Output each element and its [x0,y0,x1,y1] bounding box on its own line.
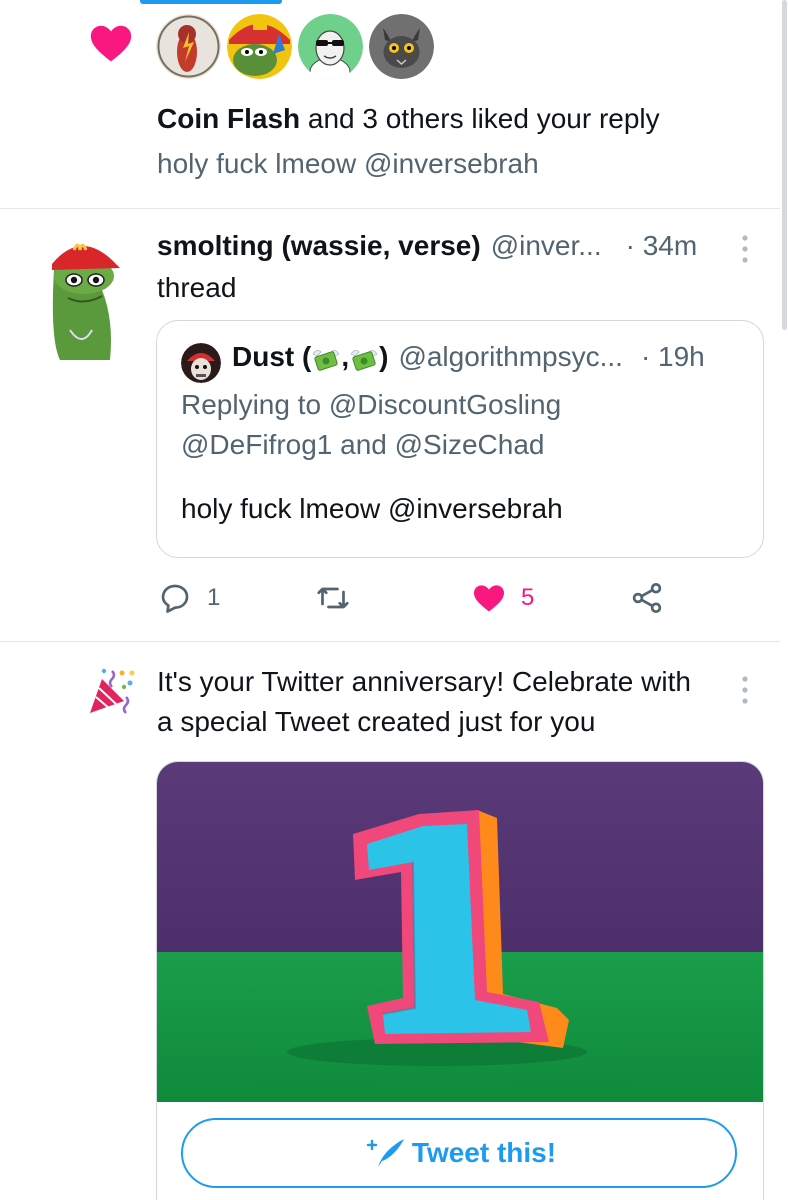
avatar[interactable] [156,14,221,79]
quoted-author-name-suffix: ) [379,341,389,372]
heart-icon [90,25,132,62]
avatar[interactable] [298,14,363,79]
party-popper-icon [90,668,135,714]
avatar[interactable] [40,230,124,360]
liked-reply-text: holy fuck lmeow @inversebrah [157,148,539,179]
anniversary-message-line2: a special Tweet created just for you [157,706,596,737]
liker-name[interactable]: Coin Flash [157,103,300,134]
quoted-tweet-time[interactable]: · 19h [641,339,705,375]
retweet-button[interactable] [315,580,365,616]
share-icon [632,583,662,613]
more-options-icon[interactable] [738,232,752,266]
flying-money-emoji-icon [312,349,340,371]
avatar[interactable] [227,14,292,79]
tweet-header: smolting (wassie, verse) @inver... · 34m [157,228,697,264]
quoted-tweet-text: holy fuck lmeow @inversebrah [181,493,563,524]
replying-to-line: @DeFifrog1 and @SizeChad [181,429,545,460]
quoted-author-name-sep: , [341,341,350,372]
replying-to-line: Replying to @DiscountGosling [181,389,562,420]
tweet-this-label: Tweet this! [411,1137,557,1168]
retweet-icon [317,587,349,609]
heart-filled-icon [474,585,504,612]
flying-money-emoji-icon [350,349,378,371]
tweet-time[interactable]: · 34m [626,228,698,264]
like-summary: Coin Flash and 3 others liked your reply [157,101,660,137]
author-name[interactable]: smolting (wassie, verse) [157,228,481,264]
quoted-tweet-header: Dust ( , ) @algorithmpsyc... · 19h [232,339,705,375]
tweet-actions: 1 5 [157,580,757,620]
anniversary-card[interactable]: Tweet this! [156,761,764,1200]
author-handle[interactable]: @inver... [491,228,602,264]
quoted-author-handle[interactable]: @algorithmpsyc... [398,339,623,375]
quoted-author-name[interactable]: Dust ( , ) [232,339,388,375]
scrollbar[interactable] [780,0,788,1200]
quoted-author-name-prefix: Dust ( [232,341,312,372]
tweet-this-button[interactable]: Tweet this! [181,1118,737,1188]
reply-button[interactable]: 1 [157,580,220,616]
reply-count: 1 [207,584,221,611]
like-button[interactable]: 5 [471,580,534,616]
scrollbar-thumb[interactable] [782,0,787,330]
tweet[interactable]: smolting (wassie, verse) @inver... · 34m… [0,210,780,642]
like-summary-rest: and 3 others liked your reply [300,103,660,134]
compose-tweet-icon [366,1139,404,1167]
tweet-text: thread [157,272,237,303]
anniversary-message-line1: It's your Twitter anniversary! Celebrate… [157,666,691,697]
share-button[interactable] [629,580,665,616]
liker-avatars [156,14,434,79]
like-count: 5 [521,584,535,611]
reply-icon [161,584,189,613]
more-options-icon[interactable] [738,673,752,707]
avatar[interactable] [369,14,434,79]
number-one-anniversary-image [157,762,763,1102]
avatar[interactable] [181,343,221,383]
like-notification[interactable]: Coin Flash and 3 others liked your reply… [0,0,780,209]
anniversary-notification[interactable]: It's your Twitter anniversary! Celebrate… [0,643,780,1200]
quoted-tweet[interactable]: Dust ( , ) @algorithmpsyc... · 19h Reply… [156,320,764,558]
